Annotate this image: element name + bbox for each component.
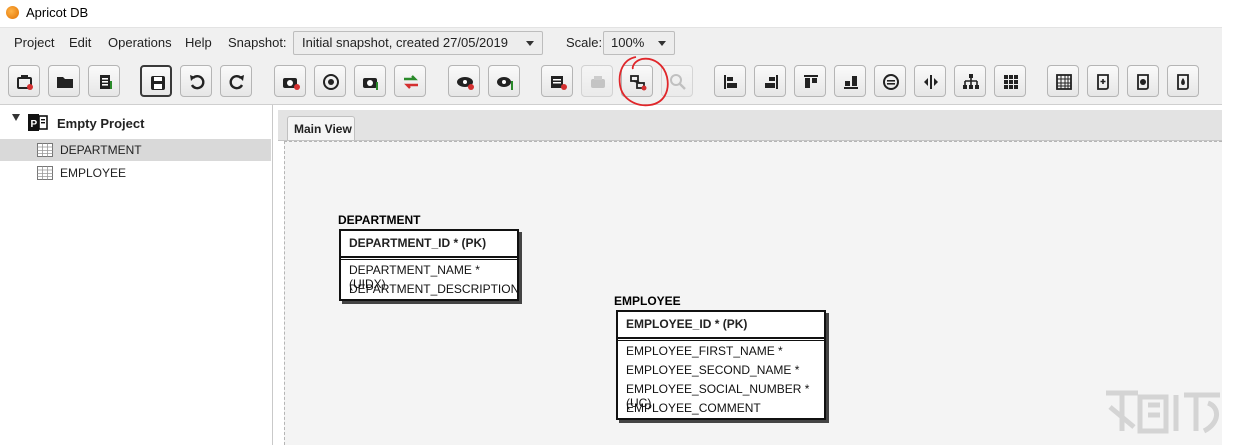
align-bottom-icon (844, 76, 858, 89)
view-script-button[interactable] (1127, 65, 1159, 97)
camera-edit-icon (363, 78, 378, 90)
align-left-button[interactable] (714, 65, 746, 97)
center-icon (883, 74, 899, 90)
project-icon: P (28, 114, 48, 131)
redo-icon (229, 75, 244, 90)
menu-edit[interactable]: Edit (69, 35, 91, 50)
add-view-button[interactable] (448, 65, 480, 97)
create-snapshot-button[interactable] (274, 65, 306, 97)
delete-table-button[interactable] (581, 65, 613, 97)
compare-snapshot-icon (323, 74, 339, 90)
spreadsheet-button[interactable] (1047, 65, 1079, 97)
align-top-button[interactable] (794, 65, 826, 97)
open-folder-icon (57, 77, 73, 88)
menu-operations[interactable]: Operations (108, 35, 172, 50)
chevron-down-icon (526, 41, 534, 46)
script-view-icon (1137, 74, 1149, 90)
project-name[interactable]: Empty Project (57, 116, 144, 131)
scale-select-value: 100% (611, 35, 645, 50)
save-icon (151, 76, 165, 90)
entity-column: DEPARTMENT_DESCRIPTION (349, 282, 520, 296)
distribute-horizontal-icon (924, 75, 938, 89)
snapshot-select[interactable]: Initial snapshot, created 27/05/2019 (293, 31, 543, 55)
align-bottom-button[interactable] (834, 65, 866, 97)
menu-bar: Project Edit Operations Help Snapshot: I… (0, 27, 1222, 57)
divider (618, 337, 824, 341)
open-project-button[interactable] (48, 65, 80, 97)
view-tab-strip: Main View (278, 110, 1222, 141)
add-table-icon (551, 76, 567, 90)
grid-layout-button[interactable] (994, 65, 1026, 97)
snapshot-select-value: Initial snapshot, created 27/05/2019 (302, 35, 508, 50)
project-settings-button[interactable] (88, 65, 120, 97)
save-button[interactable] (140, 65, 172, 97)
entity-employee[interactable]: EMPLOYEE_ID * (PK) EMPLOYEE_FIRST_NAME *… (616, 310, 826, 420)
window-title: Apricot DB (26, 5, 89, 20)
grid-icon (1004, 75, 1018, 89)
new-project-button[interactable] (8, 65, 40, 97)
tree-item-employee[interactable]: EMPLOYEE (0, 162, 271, 184)
toolbar (0, 57, 1222, 105)
view-icon (457, 77, 474, 90)
divider (341, 256, 517, 260)
watermark-logo (1106, 390, 1220, 434)
entity-title-department: DEPARTMENT (338, 213, 421, 227)
menu-help[interactable]: Help (185, 35, 212, 50)
script-add-icon (1097, 74, 1109, 90)
entity-pk-row: EMPLOYEE_ID * (PK) (618, 312, 824, 339)
entity-pk-row: DEPARTMENT_ID * (PK) (341, 231, 517, 258)
edit-view-button[interactable] (488, 65, 520, 97)
chevron-down-icon (658, 41, 666, 46)
tree-item-label: DEPARTMENT (60, 143, 142, 157)
entity-column: EMPLOYEE_COMMENT (626, 401, 761, 415)
pk-column: EMPLOYEE_ID * (PK) (626, 317, 748, 331)
align-top-icon (804, 75, 818, 88)
expand-arrow-icon[interactable] (12, 114, 20, 121)
undo-button[interactable] (180, 65, 212, 97)
clipboard-icon (100, 75, 112, 89)
new-script-button[interactable] (1087, 65, 1119, 97)
title-bar: Apricot DB (0, 0, 1234, 26)
snapshot-label: Snapshot: (228, 35, 287, 50)
entity-department[interactable]: DEPARTMENT_ID * (PK) DEPARTMENT_NAME * (… (339, 229, 519, 301)
svg-text:P: P (31, 119, 38, 130)
distribute-horizontal-button[interactable] (914, 65, 946, 97)
add-table-button[interactable] (541, 65, 573, 97)
annotation-circle (618, 56, 669, 107)
center-button[interactable] (874, 65, 906, 97)
tree-item-department[interactable]: DEPARTMENT (0, 139, 271, 161)
table-icon (37, 143, 53, 157)
edit-snapshot-button[interactable] (354, 65, 386, 97)
align-left-icon (724, 75, 737, 89)
camera-add-icon (283, 78, 300, 90)
swap-arrows-icon (404, 75, 418, 89)
compare-snapshot-button[interactable] (314, 65, 346, 97)
new-project-icon (17, 75, 33, 90)
undo-icon (190, 75, 205, 90)
script-run-icon (1177, 74, 1189, 90)
spreadsheet-icon (1056, 74, 1072, 90)
swap-snapshot-button[interactable] (394, 65, 426, 97)
menu-project[interactable]: Project (14, 35, 54, 50)
delete-table-icon (591, 76, 605, 88)
entity-column: EMPLOYEE_FIRST_NAME * (626, 344, 783, 358)
project-tree-panel: P Empty Project DEPARTMENT EMPLOYEE (0, 105, 273, 445)
redo-button[interactable] (220, 65, 252, 97)
align-right-icon (765, 75, 778, 89)
tab-main-view[interactable]: Main View (287, 116, 355, 140)
table-icon (37, 166, 53, 180)
hierarchy-icon (963, 74, 979, 89)
hierarchy-button[interactable] (954, 65, 986, 97)
tab-label: Main View (294, 122, 352, 136)
entity-title-employee: EMPLOYEE (614, 294, 681, 308)
entity-column: EMPLOYEE_SECOND_NAME * (626, 363, 800, 377)
view-edit-icon (497, 77, 513, 90)
pk-column: DEPARTMENT_ID * (PK) (349, 236, 487, 250)
run-script-button[interactable] (1167, 65, 1199, 97)
align-right-button[interactable] (754, 65, 786, 97)
tree-item-label: EMPLOYEE (60, 166, 127, 180)
apricot-logo-icon (6, 6, 19, 19)
scale-label: Scale: (566, 35, 603, 50)
scale-select[interactable]: 100% (603, 31, 675, 55)
